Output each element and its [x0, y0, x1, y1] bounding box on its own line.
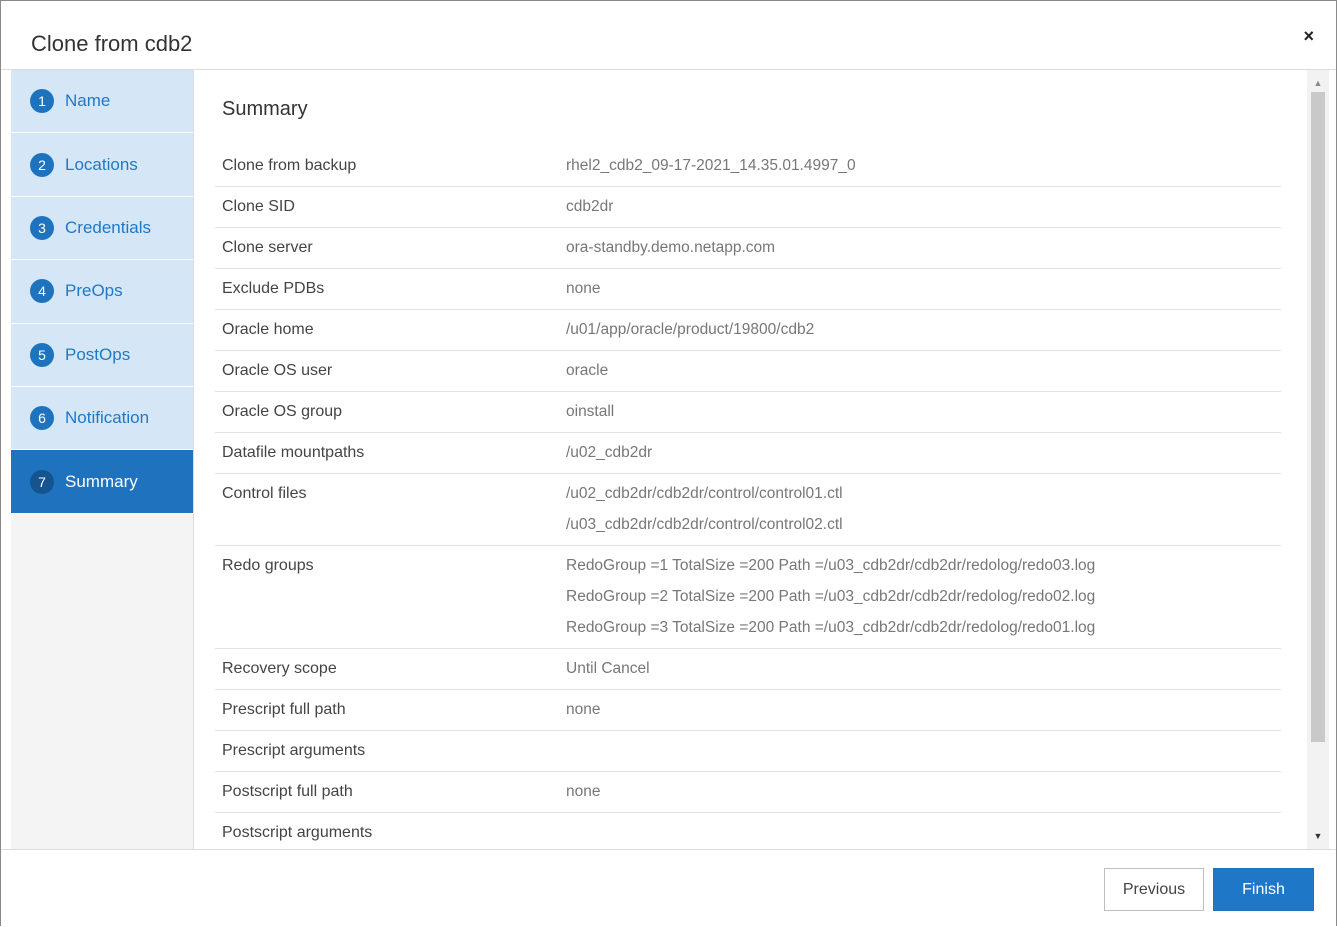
- sidebar-item-label: Notification: [65, 408, 150, 428]
- summary-row: Clone server ora-standby.demo.netapp.com: [215, 228, 1281, 269]
- summary-row: Prescript arguments: [215, 731, 1281, 772]
- dialog-footer: Previous Finish: [1, 849, 1336, 927]
- summary-value-line: /u01/app/oracle/product/19800/cdb2: [566, 321, 815, 338]
- summary-value-line: rhel2_cdb2_09-17-2021_14.35.01.4997_0: [566, 157, 856, 174]
- summary-key: Prescript full path: [222, 701, 346, 718]
- summary-value-line: /u02_cdb2dr/cdb2dr/control/control01.ctl: [566, 485, 843, 502]
- step-number-badge: 2: [30, 152, 54, 177]
- summary-value: oinstall: [566, 401, 614, 422]
- section-title: Summary: [222, 98, 308, 120]
- summary-value-line: RedoGroup =3 TotalSize =200 Path =/u03_c…: [566, 619, 1096, 636]
- summary-key: Exclude PDBs: [222, 280, 325, 297]
- summary-row: Postscript full path none: [215, 772, 1281, 813]
- summary-key: Recovery scope: [222, 660, 337, 677]
- summary-key: Clone SID: [222, 198, 295, 215]
- summary-key: Oracle OS group: [222, 403, 343, 420]
- summary-value: rhel2_cdb2_09-17-2021_14.35.01.4997_0: [566, 155, 856, 176]
- summary-value: RedoGroup =1 TotalSize =200 Path =/u03_c…: [566, 555, 1095, 638]
- summary-row: Clone SID cdb2dr: [215, 187, 1281, 228]
- sidebar-item-postops[interactable]: 5 PostOps: [11, 323, 193, 387]
- summary-value-line: /u03_cdb2dr/cdb2dr/control/control02.ctl: [566, 516, 843, 533]
- scrollbar-thumb[interactable]: [1311, 92, 1325, 742]
- summary-value: /u02_cdb2dr/cdb2dr/control/control01.ctl…: [566, 483, 843, 535]
- sidebar-item-label: Credentials: [65, 217, 151, 237]
- sidebar-item-label: Summary: [65, 471, 138, 491]
- scroll-down-icon[interactable]: ▼: [1307, 827, 1329, 845]
- sidebar-item-preops[interactable]: 4 PreOps: [11, 260, 193, 324]
- summary-value: none: [566, 781, 600, 802]
- step-number-badge: 7: [30, 469, 54, 494]
- summary-row: Clone from backup rhel2_cdb2_09-17-2021_1…: [215, 146, 1281, 187]
- summary-row: Datafile mountpaths/u02_cdb2dr: [215, 433, 1281, 474]
- summary-row: Exclude PDBs none: [215, 269, 1281, 310]
- summary-key: Postscript arguments: [222, 824, 373, 841]
- summary-value-line: oracle: [566, 362, 609, 379]
- sidebar-item-label: PreOps: [65, 281, 123, 301]
- clone-dialog: Clone from cdb2 × 1 Name 2 Locations 3 Creden…: [0, 0, 1337, 927]
- summary-value: none: [566, 699, 600, 720]
- summary-key: Redo groups: [222, 557, 314, 574]
- summary-key: Postscript full path: [222, 783, 353, 800]
- summary-value-line: cdb2dr: [566, 198, 614, 215]
- summary-key: Prescript arguments: [222, 742, 366, 759]
- summary-row: Prescript full path none: [215, 690, 1281, 731]
- scroll-up-icon[interactable]: ▲: [1307, 74, 1329, 92]
- summary-value: /u02_cdb2dr: [566, 442, 652, 463]
- summary-value: ora-standby.demo.netapp.com: [566, 237, 775, 258]
- summary-row: Recovery scope Until Cancel: [215, 649, 1281, 690]
- summary-value-line: none: [566, 280, 601, 297]
- summary-value: Until Cancel: [566, 658, 650, 679]
- summary-key: Control files: [222, 485, 307, 502]
- summary-key: Oracle OS user: [222, 362, 333, 379]
- sidebar-item-label: PostOps: [65, 344, 131, 364]
- summary-panel: Summary Clone from backup rhel2_cdb2_09-1…: [195, 70, 1307, 849]
- summary-value-line: none: [566, 701, 601, 718]
- summary-row: Oracle OS group oinstall: [215, 392, 1281, 433]
- summary-value-line: Until Cancel: [566, 660, 650, 677]
- summary-value-line: RedoGroup =2 TotalSize =200 Path =/u03_c…: [566, 588, 1096, 605]
- sidebar-item-label: Name: [65, 91, 111, 111]
- summary-value-line: oinstall: [566, 403, 615, 420]
- summary-value-line: ora-standby.demo.netapp.com: [566, 239, 776, 256]
- summary-value: /u01/app/oracle/product/19800/cdb2: [566, 319, 814, 340]
- sidebar-item-name[interactable]: 1 Name: [11, 70, 193, 134]
- summary-value: oracle: [566, 360, 608, 381]
- summary-table: Clone from backup rhel2_cdb2_09-17-2021_1…: [215, 146, 1281, 849]
- step-number-badge: 4: [30, 279, 54, 304]
- sidebar-item-credentials[interactable]: 3 Credentials: [11, 196, 193, 261]
- close-icon[interactable]: ×: [1303, 27, 1314, 45]
- summary-key: Datafile mountpaths: [222, 444, 365, 461]
- summary-key: Oracle home: [222, 321, 314, 338]
- summary-row: Redo groups RedoGroup =1 TotalSize =200 P…: [215, 546, 1281, 649]
- summary-row: Control files/u02_cdb2dr/cdb2dr/control/…: [215, 474, 1281, 546]
- summary-row: Postscript arguments: [215, 813, 1281, 849]
- step-number-badge: 6: [30, 406, 54, 431]
- sidebar-item-summary[interactable]: 7 Summary: [11, 450, 193, 514]
- step-number-badge: 5: [30, 342, 54, 367]
- sidebar-item-label: Locations: [65, 154, 138, 174]
- finish-button[interactable]: Finish: [1213, 868, 1314, 911]
- wizard-steps: 1 Name 2 Locations 3 Credentials 4 PreOps 5 PostO…: [11, 70, 194, 849]
- summary-row: Oracle OS user oracle: [215, 351, 1281, 392]
- sidebar-item-notification[interactable]: 6 Notification: [11, 386, 193, 451]
- dialog-title: Clone from cdb2: [31, 31, 193, 56]
- summary-value: none: [566, 278, 600, 299]
- previous-button[interactable]: Previous: [1104, 868, 1204, 911]
- summary-value-line: /u02_cdb2dr: [566, 444, 653, 461]
- step-number-badge: 1: [30, 89, 54, 114]
- summary-key: Clone from backup: [222, 157, 357, 174]
- summary-value-line: none: [566, 783, 601, 800]
- summary-key: Clone server: [222, 239, 313, 256]
- sidebar-item-locations[interactable]: 2 Locations: [11, 133, 193, 197]
- summary-value: cdb2dr: [566, 196, 613, 217]
- dialog-titlebar: Clone from cdb2 ×: [1, 1, 1336, 70]
- vertical-scrollbar[interactable]: ▲ ▼: [1307, 70, 1329, 849]
- step-number-badge: 3: [30, 215, 54, 240]
- summary-value-line: RedoGroup =1 TotalSize =200 Path =/u03_c…: [566, 557, 1096, 574]
- summary-row: Oracle home/u01/app/oracle/product/19800…: [215, 310, 1281, 351]
